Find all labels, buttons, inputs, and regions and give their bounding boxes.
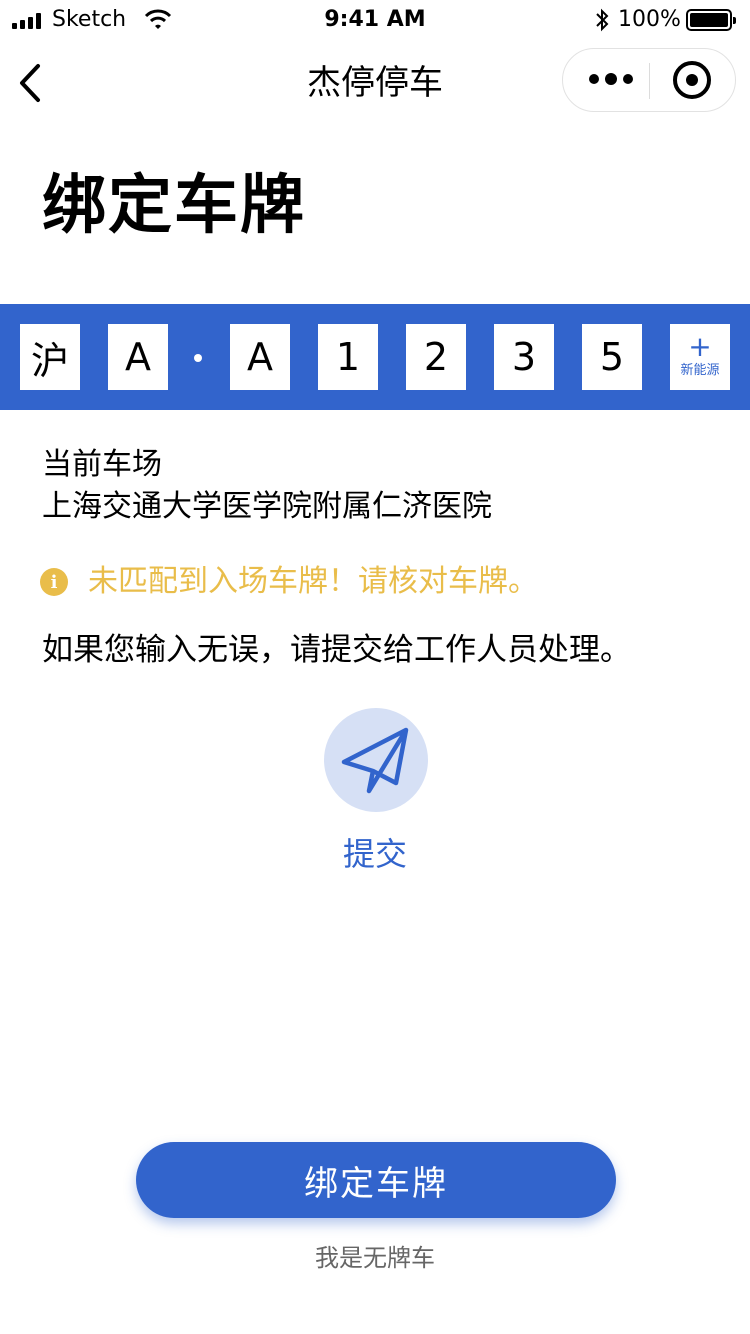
no-plate-link[interactable]: 我是无牌车 (0, 1242, 750, 1274)
battery-icon (686, 9, 736, 31)
close-button[interactable] (651, 49, 735, 111)
target-circle-icon (673, 61, 711, 99)
capsule-divider (649, 63, 650, 99)
bluetooth-icon (594, 7, 610, 39)
plate-province-cell[interactable]: 沪 (20, 324, 80, 390)
plate-separator-dot (194, 354, 202, 362)
current-lot-label: 当前车场 (42, 447, 162, 482)
plate-char-cell[interactable]: 2 (406, 324, 466, 390)
current-lot-name: 上海交通大学医学院附属仁济医院 (42, 489, 492, 524)
paper-plane-icon (341, 727, 409, 794)
plate-char-cell[interactable]: 1 (318, 324, 378, 390)
plate-char-cell[interactable]: 3 (494, 324, 554, 390)
mini-program-capsule (562, 48, 736, 112)
submit-label[interactable]: 提交 (0, 834, 750, 874)
new-energy-cell[interactable]: + 新能源 (670, 324, 730, 390)
page-title: 绑定车牌 (42, 169, 306, 243)
plate-char-cell[interactable]: A (108, 324, 168, 390)
more-dots-icon (589, 73, 633, 85)
battery-percent: 100% (618, 7, 681, 32)
warning-text: 未匹配到入场车牌！请核对车牌。 (88, 564, 538, 599)
plate-char-cell[interactable]: 5 (582, 324, 642, 390)
plate-input: 沪 A A 1 2 3 5 + 新能源 (0, 304, 750, 410)
plate-char-cell[interactable]: A (230, 324, 290, 390)
plus-icon: + (688, 330, 712, 363)
new-energy-label: 新能源 (680, 363, 720, 378)
info-icon: i (40, 568, 68, 596)
warning-message: i 未匹配到入场车牌！请核对车牌。 (40, 562, 538, 602)
submit-icon-button[interactable] (324, 708, 428, 812)
bind-plate-button[interactable]: 绑定车牌 (136, 1142, 616, 1218)
more-button[interactable] (563, 49, 649, 111)
hint-text: 如果您输入无误，请提交给工作人员处理。 (42, 632, 631, 668)
status-bar: Sketch 9:41 AM 100% (0, 0, 750, 40)
